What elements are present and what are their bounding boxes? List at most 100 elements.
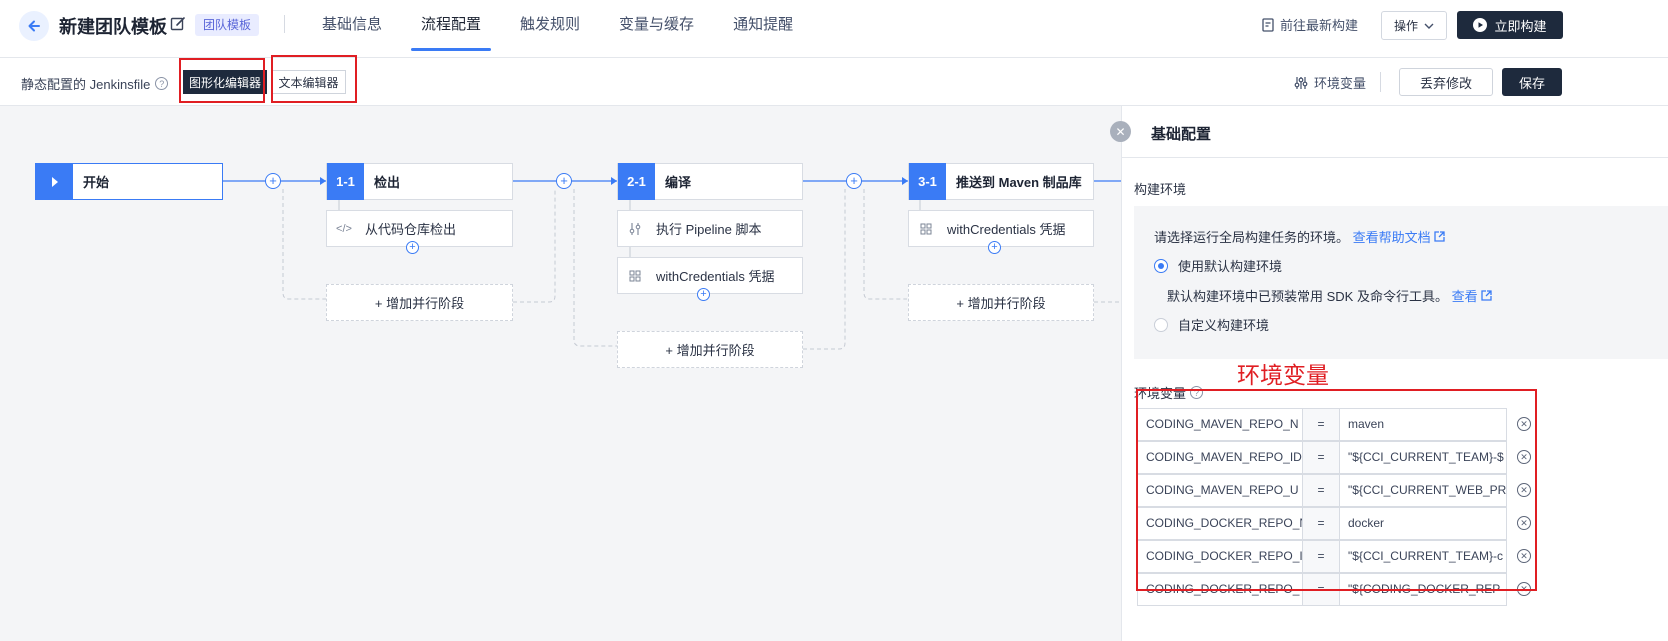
radio-default-env[interactable]: 使用默认构建环境 bbox=[1154, 256, 1282, 275]
header-divider bbox=[284, 15, 285, 33]
env-vars-label: 环境变量 bbox=[1314, 76, 1367, 91]
help-icon[interactable]: ? bbox=[155, 77, 169, 90]
build-env-box: 请选择运行全局构建任务的环境。 查看帮助文档 使用默认构建环境 自定义构建环境 bbox=[1134, 206, 1668, 359]
top-header: 新建团队模板 团队模板 基础信息 流程配置 触发规则 变量与缓存 通知提醒 前往… bbox=[0, 0, 1668, 58]
external-link-icon bbox=[1434, 231, 1445, 242]
add-stage-button[interactable]: + bbox=[556, 173, 572, 189]
step-label: 从代码仓库检出 bbox=[365, 222, 457, 237]
panel-divider bbox=[1122, 157, 1668, 158]
code-icon: </> bbox=[336, 222, 352, 235]
goto-latest-build-label: 前往最新构建 bbox=[1280, 18, 1359, 33]
tab-trigger-rules[interactable]: 触发规则 bbox=[520, 0, 580, 58]
text-editor-button[interactable]: 文本编辑器 bbox=[271, 70, 346, 94]
remove-circle-icon[interactable]: ✕ bbox=[1517, 450, 1531, 464]
radio-button-selected[interactable] bbox=[1154, 258, 1168, 273]
remove-circle-icon[interactable]: ✕ bbox=[1517, 483, 1531, 497]
add-step-button[interactable]: + bbox=[406, 241, 419, 254]
pipeline-canvas: 开始 + + + 1-1 检出 </> 从代码仓库检出 + + 增加并行阶段 2… bbox=[0, 106, 1121, 641]
env-var-equals: = bbox=[1303, 540, 1339, 573]
document-icon bbox=[1262, 17, 1274, 32]
edit-icon[interactable] bbox=[169, 15, 187, 33]
env-var-value-input[interactable]: "${CCI_CURRENT_TEAM}-c bbox=[1339, 540, 1507, 573]
add-stage-button[interactable]: + bbox=[846, 173, 862, 189]
view-link[interactable]: 查看 bbox=[1452, 289, 1493, 304]
stage-node[interactable]: 2-1 编译 bbox=[617, 163, 803, 200]
add-step-button[interactable]: + bbox=[697, 288, 710, 301]
jenkinsfile-label-text: 静态配置的 Jenkinsfile bbox=[21, 77, 151, 92]
env-var-row: CODING_MAVEN_REPO_ID = "${CCI_CURRENT_TE… bbox=[1137, 441, 1657, 474]
play-icon bbox=[1473, 18, 1488, 32]
graph-editor-button[interactable]: 图形化编辑器 bbox=[183, 70, 267, 94]
env-var-row: CODING_DOCKER_REPO_I = "${CCI_CURRENT_TE… bbox=[1137, 540, 1657, 573]
tab-flow-config[interactable]: 流程配置 bbox=[411, 0, 492, 58]
start-node[interactable]: 开始 bbox=[35, 163, 223, 200]
env-vars-heading: 环境变量 ? bbox=[1134, 383, 1204, 402]
tab-basic-info[interactable]: 基础信息 bbox=[322, 0, 382, 58]
env-var-row: CODING_MAVEN_REPO_N = maven ✕ bbox=[1137, 408, 1657, 441]
editor-toolbar: 静态配置的 Jenkinsfile ? 图形化编辑器 文本编辑器 环境变量 丢弃… bbox=[0, 55, 1668, 106]
env-var-equals: = bbox=[1303, 408, 1339, 441]
step-node[interactable]: withCredentials 凭据 bbox=[908, 210, 1094, 247]
step-label: withCredentials 凭据 bbox=[947, 222, 1066, 237]
radio-custom-env[interactable]: 自定义构建环境 bbox=[1154, 315, 1269, 334]
external-link-icon bbox=[1481, 290, 1492, 301]
remove-circle-icon[interactable]: ✕ bbox=[1517, 417, 1531, 431]
tab-notifications[interactable]: 通知提醒 bbox=[733, 0, 793, 58]
stage-node[interactable]: 3-1 推送到 Maven 制品库 bbox=[908, 163, 1094, 200]
help-icon[interactable]: ? bbox=[1190, 386, 1204, 399]
back-button[interactable] bbox=[19, 11, 49, 41]
main-tabs: 基础信息 流程配置 触发规则 变量与缓存 通知提醒 bbox=[322, 0, 832, 58]
jenkinsfile-label: 静态配置的 Jenkinsfile ? bbox=[21, 74, 169, 93]
chevron-down-icon bbox=[1424, 23, 1434, 29]
add-step-button[interactable]: + bbox=[988, 241, 1001, 254]
env-var-equals: = bbox=[1303, 441, 1339, 474]
env-var-value-input[interactable]: "${CCI_CURRENT_WEB_PR bbox=[1339, 474, 1507, 507]
radio-default-label: 使用默认构建环境 bbox=[1178, 259, 1283, 274]
view-link-label: 查看 bbox=[1451, 289, 1478, 304]
env-var-row: CODING_DOCKER_REPO_ = "${CODING_DOCKER_R… bbox=[1137, 573, 1657, 606]
add-parallel-stage-button[interactable]: + 增加并行阶段 bbox=[617, 331, 803, 368]
step-label: 执行 Pipeline 脚本 bbox=[656, 222, 762, 237]
save-button[interactable]: 保存 bbox=[1502, 68, 1562, 96]
radio-custom-label: 自定义构建环境 bbox=[1178, 318, 1270, 333]
build-now-button[interactable]: 立即构建 bbox=[1457, 11, 1563, 39]
env-var-value-input[interactable]: "${CODING_DOCKER_REP bbox=[1339, 573, 1507, 606]
basic-config-panel: 基础配置 构建环境 请选择运行全局构建任务的环境。 查看帮助文档 使用默认构建环… bbox=[1121, 106, 1668, 641]
help-doc-link[interactable]: 查看帮助文档 bbox=[1353, 230, 1446, 245]
env-var-key-input[interactable]: CODING_DOCKER_REPO_I bbox=[1137, 540, 1303, 573]
stage-name: 编译 bbox=[665, 175, 692, 190]
add-parallel-stage-button[interactable]: + 增加并行阶段 bbox=[326, 284, 513, 321]
stage-number: 2-1 bbox=[618, 163, 655, 200]
radio-button[interactable] bbox=[1154, 317, 1168, 332]
add-parallel-stage-button[interactable]: + 增加并行阶段 bbox=[908, 284, 1094, 321]
step-node[interactable]: </> 从代码仓库检出 bbox=[326, 210, 513, 247]
env-var-value-input[interactable]: "${CCI_CURRENT_TEAM}-$ bbox=[1339, 441, 1507, 474]
remove-circle-icon[interactable]: ✕ bbox=[1517, 549, 1531, 563]
add-stage-button[interactable]: + bbox=[265, 173, 281, 189]
close-panel-button[interactable]: ✕ bbox=[1110, 121, 1131, 142]
goto-latest-build-link[interactable]: 前往最新构建 bbox=[1262, 15, 1358, 34]
step-node[interactable]: withCredentials 凭据 bbox=[617, 257, 803, 294]
remove-circle-icon[interactable]: ✕ bbox=[1517, 582, 1531, 596]
env-var-row: CODING_DOCKER_REPO_N = docker ✕ bbox=[1137, 507, 1657, 540]
toolbar-divider bbox=[1380, 72, 1381, 92]
env-var-value-input[interactable]: maven bbox=[1339, 408, 1507, 441]
sliders-icon bbox=[628, 222, 642, 235]
panel-title: 基础配置 bbox=[1151, 126, 1212, 143]
discard-changes-button[interactable]: 丢弃修改 bbox=[1399, 68, 1493, 96]
env-var-key-input[interactable]: CODING_MAVEN_REPO_U bbox=[1137, 474, 1303, 507]
env-vars-button[interactable]: 环境变量 bbox=[1294, 73, 1366, 92]
operations-dropdown[interactable]: 操作 bbox=[1381, 11, 1447, 40]
stage-node[interactable]: 1-1 检出 bbox=[326, 163, 513, 200]
env-var-key-input[interactable]: CODING_MAVEN_REPO_ID bbox=[1137, 441, 1303, 474]
caret-right-icon bbox=[51, 176, 58, 187]
env-var-key-input[interactable]: CODING_MAVEN_REPO_N bbox=[1137, 408, 1303, 441]
env-var-key-input[interactable]: CODING_DOCKER_REPO_ bbox=[1137, 573, 1303, 606]
tab-vars-cache[interactable]: 变量与缓存 bbox=[619, 0, 694, 58]
env-var-key-input[interactable]: CODING_DOCKER_REPO_N bbox=[1137, 507, 1303, 540]
remove-circle-icon[interactable]: ✕ bbox=[1517, 516, 1531, 530]
env-var-value-input[interactable]: docker bbox=[1339, 507, 1507, 540]
step-node[interactable]: 执行 Pipeline 脚本 bbox=[617, 210, 803, 247]
page-title: 新建团队模板 bbox=[59, 17, 167, 37]
build-now-label: 立即构建 bbox=[1494, 18, 1547, 34]
